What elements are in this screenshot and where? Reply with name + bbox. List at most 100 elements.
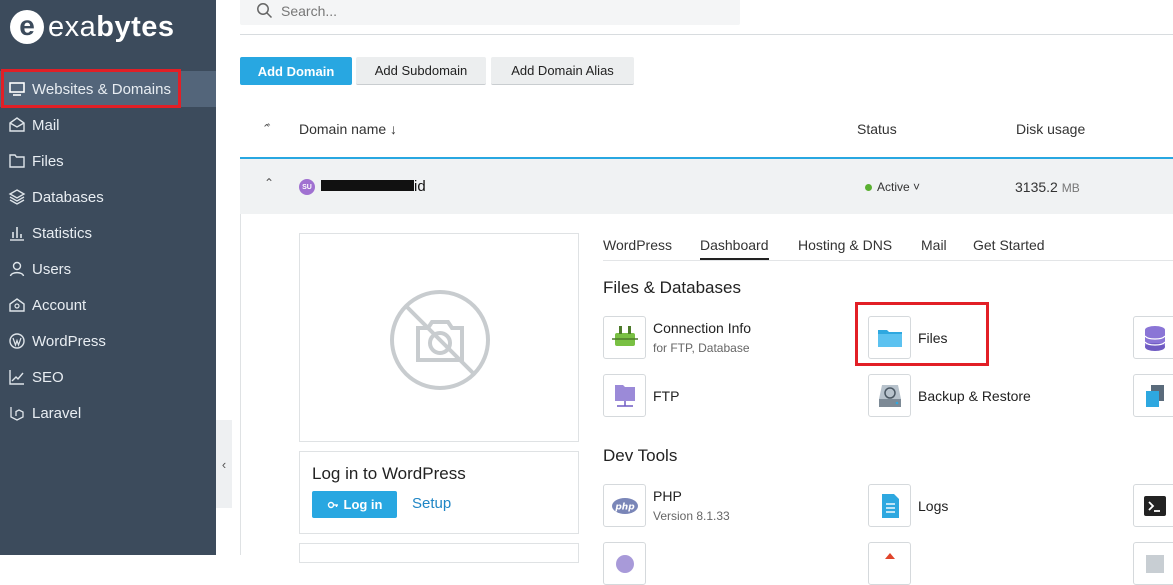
column-disk-usage[interactable]: Disk usage [1016,121,1085,137]
disk-usage-value: 3135.2 MB [1015,179,1080,195]
sidebar-item-label: SEO [32,368,64,386]
section-title-files-databases: Files & Databases [603,278,741,297]
sidebar-item-wordpress[interactable]: WordPress [0,323,216,359]
tool-label: Connection Info [653,320,752,336]
domain-avatar: SU [299,179,315,195]
sidebar-item-label: Statistics [32,224,93,242]
add-domain-alias-button[interactable]: Add Domain Alias [491,57,634,85]
partial-purple-icon [615,554,634,573]
sidebar-collapse-handle[interactable]: ‹ [216,420,232,508]
tool-connection-info[interactable]: Connection Info for FTP, Database [603,316,751,359]
tool-label: Backup & Restore [918,387,1031,404]
key-icon [327,501,338,508]
wordpress-login-card: Log in to WordPress Log in Setup [299,451,579,534]
user-icon [9,261,25,277]
tab-dashboard[interactable]: Dashboard [700,237,769,260]
wordpress-login-title: Log in to WordPress [312,464,466,483]
domain-row[interactable]: ⌃ SU id Active ˅ 3135.2 MB [240,159,1173,214]
tool-sublabel: for FTP, Database [653,341,750,355]
seo-chart-icon [9,370,24,385]
search-placeholder: Search... [281,2,338,19]
tool-copy-website[interactable] [1133,374,1173,417]
tabs-divider [603,260,1173,261]
chevron-left-icon: ‹ [221,456,227,472]
header-divider [240,34,1173,35]
sidebar-item-label: WordPress [32,332,106,350]
tool-label: FTP [653,387,680,404]
tool-next-row-3[interactable] [1133,542,1173,585]
tool-ssh-terminal[interactable] [1133,484,1173,527]
sidebar-item-label: Databases [32,188,104,206]
tab-wordpress[interactable]: WordPress [603,237,672,253]
sidebar-item-label: Laravel [32,404,82,422]
php-icon: php [611,497,638,514]
plug-icon [611,325,638,346]
tool-backup-restore[interactable]: Backup & Restore [868,374,1031,417]
account-icon [9,298,25,312]
wordpress-login-button[interactable]: Log in [312,491,397,518]
layers-icon [8,189,26,205]
laravel-icon [10,407,24,421]
active-status-dot [865,183,872,191]
tool-label: PHP [653,488,682,504]
partial-red-icon [884,552,895,559]
partial-grey-icon [1145,554,1164,573]
site-preview[interactable] [299,233,579,442]
tool-next-row-1[interactable] [603,542,646,585]
logo-mark: e [10,10,44,44]
redacted-domain-name [321,180,414,191]
status-badge[interactable]: Active ˅ [865,180,920,194]
sidebar-item-users[interactable]: Users [0,251,216,287]
bar-chart-icon [10,227,24,241]
sidebar-nav: Websites & Domains Mail Files Databases … [0,71,216,431]
tool-logs[interactable]: Logs [868,484,948,527]
column-domain-name[interactable]: Domain name ↓ [299,121,397,137]
highlight-box-files [855,302,989,366]
section-title-dev-tools: Dev Tools [603,446,678,465]
wordpress-setup-link[interactable]: Setup [412,495,451,512]
svg-text:php: php [614,502,635,512]
tool-label: Logs [918,497,949,514]
next-card [299,543,579,563]
log-file-icon [881,493,899,518]
copy-files-icon [1145,384,1164,407]
tool-ftp[interactable]: FTP [603,374,679,417]
database-icon [1144,325,1165,351]
logo-text: exabytes [48,10,175,43]
sidebar-item-label: Account [32,296,87,314]
terminal-icon [1143,495,1166,516]
column-status[interactable]: Status [857,121,897,137]
sidebar-item-laravel[interactable]: Laravel [0,395,216,431]
tool-next-row-2[interactable] [868,542,911,585]
no-screenshot-icon [390,290,490,390]
tool-databases[interactable] [1133,316,1173,359]
mail-icon [9,117,25,132]
sidebar-item-files[interactable]: Files [0,143,216,179]
search-icon [257,3,273,19]
tool-php[interactable]: php PHP Version 8.1.33 [603,484,730,527]
domain-name-suffix[interactable]: id [414,178,426,195]
tab-get-started[interactable]: Get Started [973,237,1045,253]
folder-icon [9,154,25,168]
chevron-up-icon[interactable]: ⌃ [264,176,274,190]
add-domain-button[interactable]: Add Domain [240,57,352,85]
tab-hosting-dns[interactable]: Hosting & DNS [798,237,892,253]
add-subdomain-button[interactable]: Add Subdomain [356,57,486,85]
collapse-all-icon[interactable]: ⌃̂ [262,122,271,135]
sidebar-item-label: Mail [32,116,60,134]
wordpress-icon [9,333,25,349]
tool-sublabel: Version 8.1.33 [653,509,730,523]
sidebar-item-account[interactable]: Account [0,287,216,323]
sidebar-item-mail[interactable]: Mail [0,107,216,143]
tab-mail[interactable]: Mail [921,237,947,253]
sidebar-item-statistics[interactable]: Statistics [0,215,216,251]
sidebar-item-label: Users [32,260,72,278]
ftp-folder-icon [614,384,635,407]
sidebar-item-label: Files [32,152,64,170]
exabytes-logo[interactable]: e exabytes [10,10,175,44]
sidebar-item-seo[interactable]: SEO [0,359,216,395]
status-text: Active ˅ [877,180,921,194]
search-input[interactable]: Search... [240,0,740,25]
sidebar-item-databases[interactable]: Databases [0,179,216,215]
highlight-box-websites-domains [1,69,181,108]
